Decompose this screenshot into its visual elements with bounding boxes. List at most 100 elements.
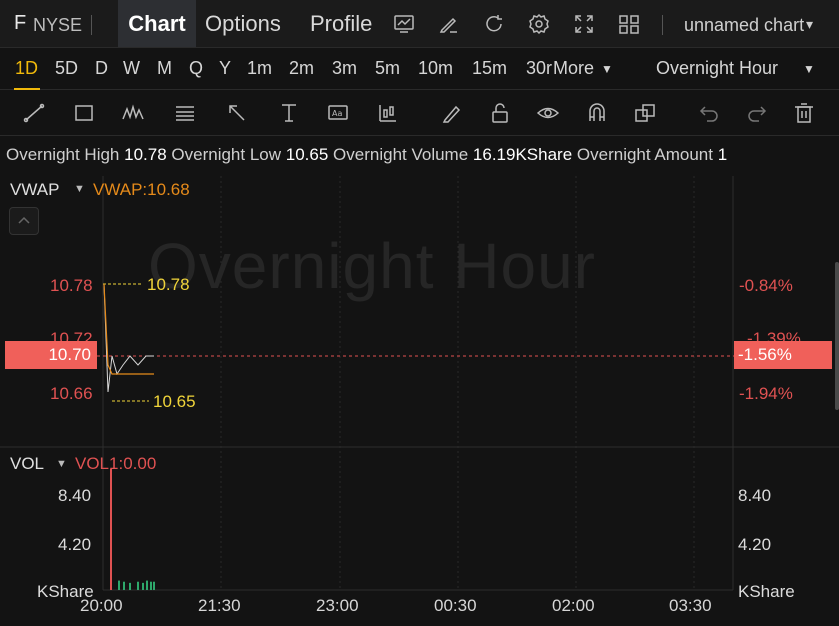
chevron-down-icon[interactable]: ▼ — [74, 183, 85, 195]
interval-2m[interactable]: 2m — [289, 58, 314, 79]
volume-bar — [129, 582, 131, 590]
overnight-high-label: Overnight High — [6, 145, 120, 164]
price-range-icon[interactable] — [277, 101, 301, 125]
price-axis-label: 10.72 — [50, 329, 93, 341]
overnight-volume-value: 16.19KShare — [472, 145, 573, 164]
collapse-button[interactable] — [9, 207, 39, 235]
overnight-high-value: 10.78 — [124, 145, 167, 164]
volume-value: VOL1:0.00 — [75, 454, 157, 473]
volume-axis-label: 8.40 — [738, 486, 772, 505]
tab-options[interactable]: Options — [205, 0, 281, 47]
top-bar: F NYSE Chart Options Profile unnamed cha… — [0, 0, 839, 48]
interval-quarter[interactable]: Q — [189, 58, 203, 79]
time-axis-label: 23:00 — [316, 596, 359, 615]
draw-icon[interactable] — [438, 13, 460, 35]
vwap-indicator-label[interactable]: VWAP — [10, 180, 59, 200]
arrow-icon[interactable] — [225, 101, 249, 125]
interval-year[interactable]: Y — [219, 58, 231, 79]
overnight-low-label: Overnight Low — [171, 145, 282, 164]
volume-indicator-label[interactable]: VOL — [10, 454, 44, 474]
low-marker-label: 10.65 — [153, 392, 196, 411]
fibonacci-icon[interactable] — [173, 101, 197, 125]
volume-bar — [137, 581, 139, 590]
divider — [91, 15, 92, 35]
interval-week[interactable]: W — [123, 58, 140, 79]
volume-axis-label: 8.40 — [58, 486, 92, 505]
volume-axis-label: 4.20 — [738, 535, 772, 554]
price-axis-label: 10.78 — [50, 276, 93, 295]
overnight-amount-value: 1 — [717, 145, 728, 164]
interval-15m[interactable]: 15m — [472, 58, 507, 79]
percent-axis-label: -0.84% — [739, 276, 793, 295]
trend-line-icon[interactable] — [22, 101, 46, 125]
volume-bar — [118, 580, 120, 590]
settings-icon[interactable] — [528, 13, 550, 35]
lock-icon[interactable] — [488, 101, 512, 125]
volume-bar — [153, 581, 155, 590]
overnight-volume-label: Overnight Volume — [333, 145, 469, 164]
exchange-label: NYSE — [33, 15, 83, 35]
time-axis-label: 20:00 — [80, 596, 123, 615]
chevron-down-icon[interactable]: ▼ — [56, 458, 67, 470]
fullscreen-icon[interactable] — [573, 13, 595, 35]
price-axis-label: 10.66 — [50, 384, 93, 403]
chart-scrollbar[interactable] — [835, 262, 839, 410]
interval-day[interactable]: D — [95, 58, 108, 79]
time-axis-label: 02:00 — [552, 596, 595, 615]
chart-name-selector[interactable]: unnamed chart — [684, 15, 804, 36]
interval-10m[interactable]: 10m — [418, 58, 453, 79]
percent-axis-label: -1.39% — [747, 329, 801, 341]
interval-1m[interactable]: 1m — [247, 58, 272, 79]
price-series-line — [103, 283, 154, 393]
interval-bar: 1D 5D D W M Q Y 1m 2m 3m 5m 10m 15m 30r … — [0, 48, 839, 90]
session-selector[interactable]: Overnight Hour — [656, 58, 778, 79]
vwap-value: VWAP:10.68 — [93, 180, 190, 199]
interval-30m[interactable]: 30r — [526, 58, 552, 79]
chart-type-icon[interactable] — [393, 13, 415, 35]
layout-icon[interactable] — [618, 13, 640, 35]
volume-bar — [146, 580, 148, 590]
volume-bar — [110, 469, 112, 590]
redo-icon[interactable] — [745, 101, 769, 125]
interval-1d[interactable]: 1D — [15, 58, 38, 79]
tab-profile[interactable]: Profile — [310, 0, 372, 47]
trash-icon[interactable] — [792, 101, 816, 125]
overnight-amount-label: Overnight Amount — [576, 145, 713, 164]
magnet-icon[interactable] — [585, 101, 609, 125]
eye-icon[interactable] — [536, 101, 560, 125]
indicator-icon[interactable] — [376, 101, 400, 125]
interval-5d[interactable]: 5D — [55, 58, 78, 79]
current-percent-badge: -1.56% — [734, 341, 832, 369]
chevron-down-icon[interactable]: ▼ — [803, 62, 815, 76]
tab-chart[interactable]: Chart — [118, 0, 196, 47]
time-axis-label: 21:30 — [198, 596, 241, 615]
high-marker-label: 10.78 — [147, 275, 190, 294]
time-axis-label: 00:30 — [434, 596, 477, 615]
more-intervals-button[interactable]: More — [553, 58, 594, 79]
ticker-symbol: F — [14, 12, 27, 34]
percent-axis-label: -1.94% — [739, 384, 793, 403]
drawing-toolbar: Aa — [0, 90, 839, 136]
interval-3m[interactable]: 3m — [332, 58, 357, 79]
rectangle-icon[interactable] — [72, 101, 96, 125]
divider — [662, 15, 663, 35]
chevron-up-icon — [18, 216, 30, 224]
undo-icon[interactable] — [697, 101, 721, 125]
volume-bar — [123, 581, 125, 590]
interval-5m[interactable]: 5m — [375, 58, 400, 79]
volume-bar — [142, 582, 144, 590]
session-watermark: Overnight Hour — [148, 230, 596, 302]
overnight-stats: Overnight High 10.78 Overnight Low 10.65… — [6, 145, 839, 165]
overnight-low-value: 10.65 — [285, 145, 329, 164]
volume-axis-label: 4.20 — [58, 535, 92, 554]
pattern-icon[interactable] — [121, 101, 145, 125]
clone-icon[interactable] — [633, 101, 657, 125]
volume-unit-label: KShare — [738, 582, 795, 601]
refresh-icon[interactable] — [483, 13, 505, 35]
brush-icon[interactable] — [440, 101, 464, 125]
text-icon[interactable]: Aa — [326, 101, 350, 125]
interval-month[interactable]: M — [157, 58, 172, 79]
chevron-down-icon[interactable]: ▼ — [601, 62, 613, 76]
chevron-down-icon[interactable]: ▾ — [806, 16, 813, 33]
svg-text:Aa: Aa — [332, 109, 342, 118]
